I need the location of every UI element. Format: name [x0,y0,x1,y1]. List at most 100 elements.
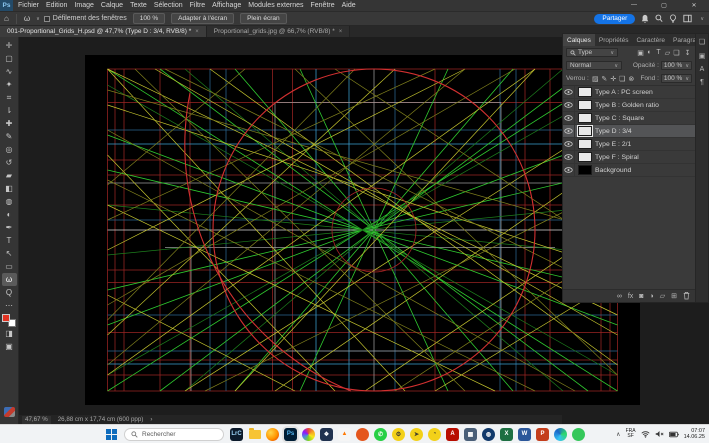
firefox-icon[interactable] [266,428,279,441]
volume-muted-icon[interactable] [655,430,664,438]
photos-icon[interactable] [302,428,315,441]
language-indicator[interactable]: FRA SF [626,429,636,439]
menu-aide[interactable]: Aide [342,2,356,9]
layer-visibility-toggle[interactable] [563,112,575,124]
opacity-input[interactable]: 100 % ∨ [661,61,692,70]
whatsapp-icon[interactable]: ✆ [374,428,387,441]
lock-transparency-icon[interactable]: ▨ [591,75,600,83]
lock-move-icon[interactable]: ✛ [609,75,618,83]
close-button[interactable]: ✕ [679,2,709,9]
home-icon[interactable]: ⌂ [0,14,13,23]
eraser-tool[interactable]: ▰ [2,169,17,182]
menu-modules-externes[interactable]: Modules externes [248,2,303,9]
discover-lightbulb-icon[interactable] [669,14,677,23]
filter-smart-icon[interactable]: ❏ [672,49,681,57]
crop-tool[interactable]: ⌗ [2,91,17,104]
workspace-caret-icon[interactable]: ∨ [700,16,704,22]
visibility-eye-icon[interactable] [564,128,573,134]
hand-tool[interactable]: ω [2,273,17,286]
tab-close-icon[interactable]: × [195,29,199,35]
document-tab-1[interactable]: 001-Proportional_Grids_H.psd @ 47,7% (Ty… [0,26,207,37]
adjustment-layer-icon[interactable]: ◑ [650,293,654,300]
yellow-app-3-icon[interactable]: ◔ [428,428,441,441]
clone-stamp-tool[interactable]: ◎ [2,143,17,156]
orange-ball-app-icon[interactable] [356,428,369,441]
zoom-level-field[interactable]: 47,67 % [22,416,51,424]
notifications-bell-icon[interactable] [641,14,649,23]
scroll-all-windows-checkbox[interactable] [44,16,50,22]
vlc-icon[interactable]: ▲ [338,428,351,441]
foreground-color-swatch[interactable] [2,314,10,322]
powerpoint-icon[interactable]: P [536,428,549,441]
marquee-tool[interactable]: ▢ [2,52,17,65]
filter-pixel-icon[interactable]: ▣ [636,49,645,57]
visibility-eye-icon[interactable] [564,89,573,95]
clock[interactable]: 07:07 14.06.25 [684,428,705,440]
collapsed-paragraph-icon[interactable]: ¶ [700,79,704,86]
layer-row-type-e-2-1[interactable]: Type E : 2/1 [563,138,695,151]
fullscreen-button[interactable]: Plein écran [240,13,287,24]
lock-paint-icon[interactable]: ✎ [600,75,609,83]
dark-circle-app-icon[interactable]: ◍ [482,428,495,441]
layer-thumbnail[interactable] [578,126,592,136]
quick-mask-button[interactable]: ◨ [2,327,17,340]
fit-screen-button[interactable]: Adapter à l'écran [171,13,234,24]
minimize-button[interactable]: — [619,2,649,9]
eyedropper-tool[interactable]: ⇂ [2,104,17,117]
hand-tool-icon[interactable]: ω [20,14,34,23]
collapsed-character-icon[interactable]: A [700,66,705,73]
document-canvas[interactable] [85,55,640,405]
visibility-eye-icon[interactable] [564,154,573,160]
word-icon[interactable]: W [518,428,531,441]
layer-row-type-c-square[interactable]: Type C : Square [563,112,695,125]
start-button[interactable] [105,428,118,441]
layer-mask-icon[interactable]: ◙ [639,293,643,300]
layer-visibility-toggle[interactable] [563,164,575,176]
move-tool[interactable]: ✛ [2,39,17,52]
layer-style-icon[interactable]: fx [628,293,633,300]
lasso-tool[interactable]: ∿ [2,65,17,78]
zoom-tool[interactable]: Q [2,286,17,299]
filter-adjust-icon[interactable]: ◐ [645,49,654,57]
menu-affichage[interactable]: Affichage [212,2,241,9]
excel-icon[interactable]: X [500,428,513,441]
blend-mode-select[interactable]: Normal ∨ [566,61,622,70]
layer-thumbnail[interactable] [578,100,592,110]
menu-calque[interactable]: Calque [101,2,123,9]
layer-thumbnail[interactable] [578,113,592,123]
panel-tab-calques[interactable]: Calques [563,34,595,46]
photoshop-icon[interactable]: Ps [284,428,297,441]
dodge-tool[interactable]: ◐ [2,208,17,221]
menu-image[interactable]: Image [74,2,93,9]
tab-close-icon[interactable]: × [339,29,343,35]
layer-visibility-toggle[interactable] [563,86,575,98]
brush-tool[interactable]: ✎ [2,130,17,143]
visibility-eye-icon[interactable] [564,115,573,121]
search-icon[interactable] [655,14,663,23]
layer-visibility-toggle[interactable] [563,138,575,150]
panel-tab-caract-re[interactable]: Caractère [632,34,669,46]
adobe-dark-app-icon[interactable]: ❖ [320,428,333,441]
maximize-button[interactable]: ▢ [649,2,679,9]
group-layers-icon[interactable]: ▱ [660,292,665,300]
filter-type-icon[interactable]: T [654,49,663,57]
layer-thumbnail[interactable] [578,165,592,175]
menu-filtre[interactable]: Filtre [190,2,206,9]
layer-row-type-a-pc-screen[interactable]: Type A : PC screen [563,86,695,99]
healing-brush-tool[interactable]: ✚ [2,117,17,130]
panel-tab-propri-t-s[interactable]: Propriétés [595,34,633,46]
lightroom-classic-icon[interactable]: LrC [230,428,243,441]
filter-shape-icon[interactable]: ▱ [663,49,672,57]
screen-mode-button[interactable]: ▣ [2,340,17,353]
visibility-eye-icon[interactable] [564,102,573,108]
battery-icon[interactable] [669,431,679,438]
history-brush-tool[interactable]: ↺ [2,156,17,169]
collapsed-channels-icon[interactable]: ▣ [699,52,706,60]
new-layer-icon[interactable]: ⊞ [671,292,677,300]
layer-row-type-f-spiral[interactable]: Type F : Spiral [563,151,695,164]
layer-row-type-d-3-4[interactable]: Type D : 3/4 [563,125,695,138]
file-explorer-icon[interactable] [248,428,261,441]
workspace-switcher-icon[interactable] [683,14,692,23]
shape-tool[interactable]: ▭ [2,260,17,273]
color-swatches[interactable] [2,314,16,327]
